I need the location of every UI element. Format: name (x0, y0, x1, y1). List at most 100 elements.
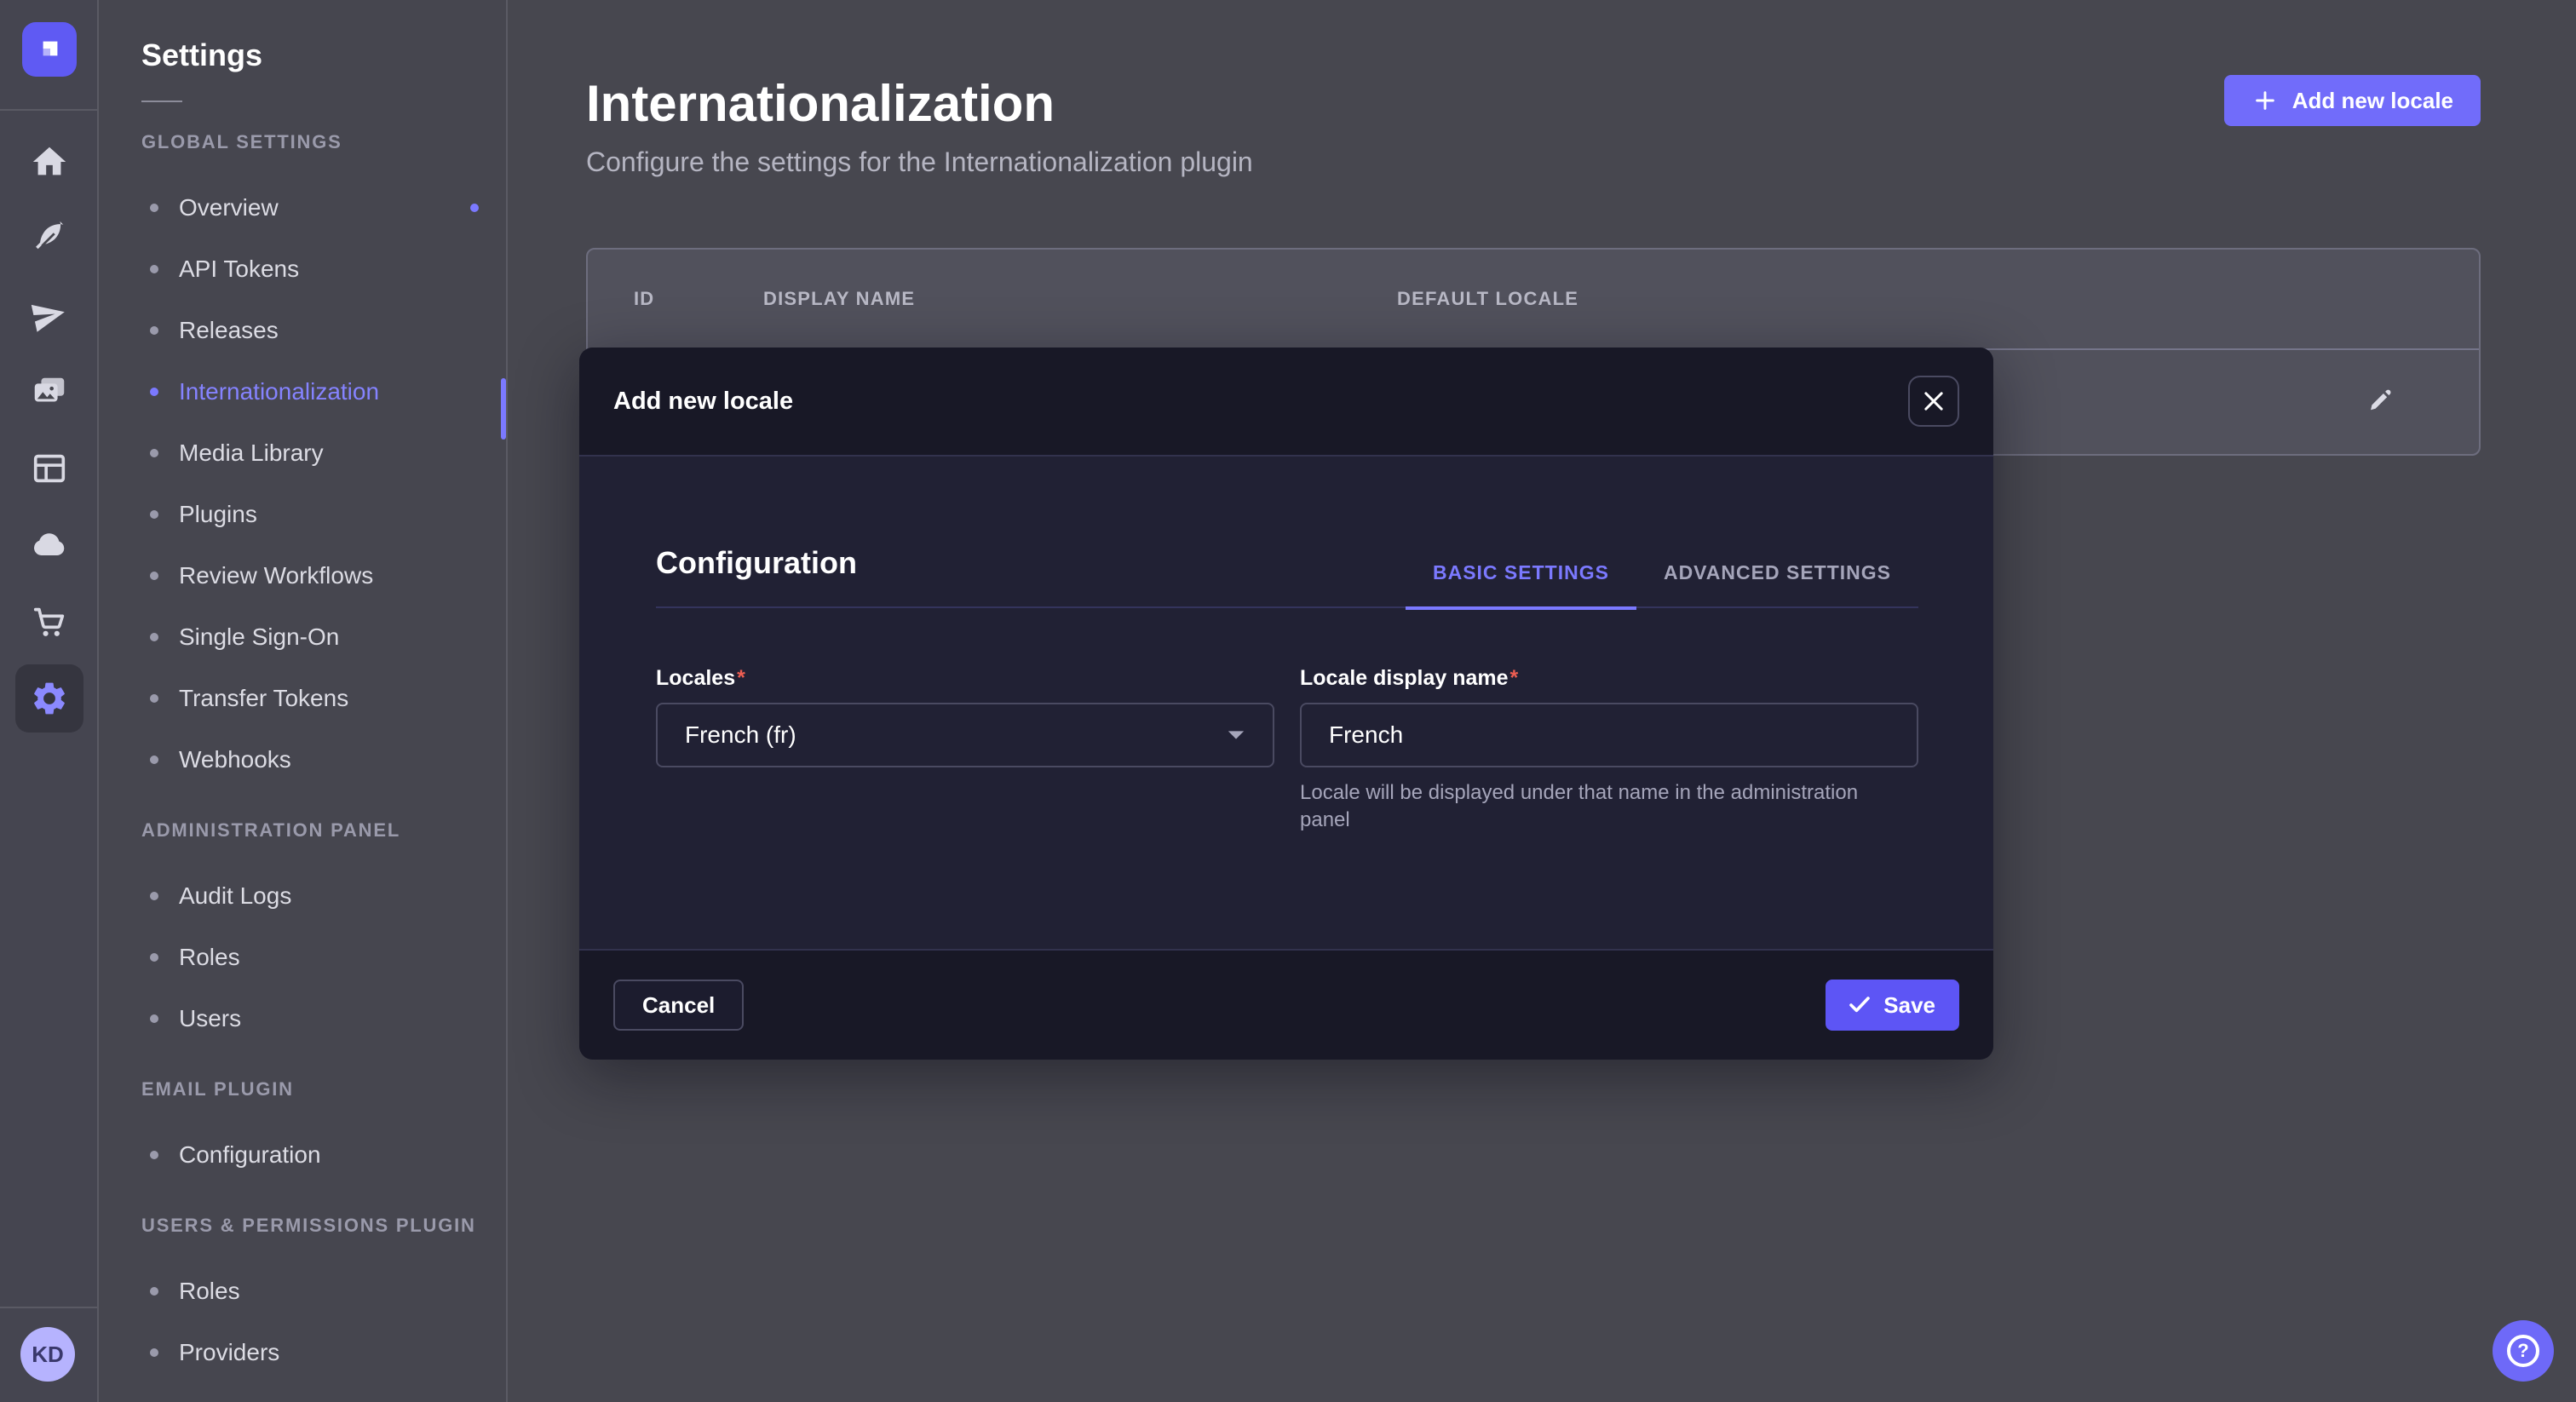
sidebar-item-webhooks[interactable]: Webhooks (99, 729, 506, 790)
sidebar-section-label: GLOBAL SETTINGS (141, 131, 506, 153)
sidebar-item-label: Internationalization (179, 378, 379, 405)
sidebar-item-label: Users (179, 1005, 241, 1032)
modal-header: Add new locale (579, 348, 1993, 457)
plus-icon (2251, 87, 2279, 114)
settings-gear-icon[interactable] (15, 664, 83, 733)
save-button[interactable]: Save (1826, 980, 1959, 1031)
required-asterisk: * (737, 666, 745, 690)
modal-title: Add new locale (613, 388, 793, 416)
sidebar-item-media-library[interactable]: Media Library (99, 422, 506, 484)
column-header-display-name: DISPLAY NAME (763, 288, 1397, 310)
locales-table-header: IDDISPLAY NAMEDEFAULT LOCALE (588, 250, 2479, 350)
sidebar-item-label: Configuration (179, 1141, 321, 1169)
sidebar-item-roles[interactable]: Roles (99, 927, 506, 988)
bullet-icon (150, 204, 158, 212)
help-button[interactable]: ? (2493, 1320, 2554, 1382)
column-header-default-locale: DEFAULT LOCALE (1397, 288, 2479, 310)
display-name-input[interactable] (1300, 703, 1918, 767)
home-icon[interactable] (15, 128, 83, 196)
sidebar-item-configuration[interactable]: Configuration (99, 1124, 506, 1186)
sidebar-item-providers[interactable]: Providers (99, 1322, 506, 1383)
layout-icon[interactable] (15, 434, 83, 503)
add-locale-modal: Add new locale Configuration BASIC SETTI… (579, 348, 1993, 1060)
add-new-locale-button[interactable]: Add new locale (2224, 75, 2481, 126)
sidebar-item-label: Audit Logs (179, 882, 291, 910)
bullet-icon (150, 1287, 158, 1296)
page-title: Internationalization (586, 78, 2481, 129)
sidebar-item-transfer-tokens[interactable]: Transfer Tokens (99, 668, 506, 729)
locales-select[interactable]: French (fr) (656, 703, 1274, 767)
bullet-icon (150, 1014, 158, 1023)
sidebar-item-label: Plugins (179, 501, 257, 528)
feather-icon[interactable] (15, 204, 83, 273)
active-item-indicator (501, 378, 506, 440)
sidebar-item-roles[interactable]: Roles (99, 1261, 506, 1322)
media-images-icon[interactable] (15, 358, 83, 426)
bullet-icon (150, 265, 158, 273)
edit-pencil-icon[interactable] (2366, 388, 2395, 417)
strapi-logo-glyph (29, 29, 70, 70)
strapi-logo[interactable] (22, 22, 77, 77)
bullet-icon (150, 388, 158, 396)
sidebar-section-label: EMAIL PLUGIN (141, 1078, 506, 1100)
configuration-heading: Configuration (656, 545, 857, 606)
sidebar-title: Settings (99, 0, 506, 73)
close-icon (1924, 392, 1943, 411)
sidebar-item-label: Releases (179, 317, 279, 344)
cancel-button[interactable]: Cancel (613, 980, 744, 1031)
locales-field: Locales* French (fr) (656, 666, 1274, 834)
bullet-icon (150, 510, 158, 519)
bullet-icon (150, 694, 158, 703)
page-subtitle: Configure the settings for the Internati… (586, 147, 2481, 178)
locales-label: Locales* (656, 666, 1274, 691)
sidebar-item-overview[interactable]: Overview (99, 177, 506, 238)
sidebar-item-label: Single Sign-On (179, 623, 339, 651)
sidebar-item-label: Media Library (179, 440, 324, 467)
settings-sidebar: Settings GLOBAL SETTINGS Overview API Toke… (99, 0, 508, 1402)
paper-plane-icon[interactable] (15, 281, 83, 349)
bullet-icon (150, 756, 158, 764)
sidebar-item-label: Transfer Tokens (179, 685, 348, 712)
sidebar-item-label: Providers (179, 1339, 279, 1366)
sidebar-item-releases[interactable]: Releases (99, 300, 506, 361)
sidebar-title-rule (141, 101, 182, 102)
question-mark-icon: ? (2507, 1335, 2539, 1367)
user-avatar[interactable]: KD (20, 1327, 75, 1382)
sidebar-item-audit-logs[interactable]: Audit Logs (99, 865, 506, 927)
required-asterisk: * (1510, 666, 1519, 690)
column-header-id: ID (634, 288, 763, 310)
bullet-icon (150, 953, 158, 962)
sidebar-item-label: Overview (179, 194, 279, 221)
modal-body: Configuration BASIC SETTINGS ADVANCED SE… (579, 457, 1993, 834)
sidebar-item-internationalization[interactable]: Internationalization (99, 361, 506, 422)
bullet-icon (150, 449, 158, 457)
sidebar-item-plugins[interactable]: Plugins (99, 484, 506, 545)
close-button[interactable] (1908, 376, 1959, 427)
sidebar-item-label: API Tokens (179, 256, 299, 283)
cart-icon[interactable] (15, 588, 83, 656)
bullet-icon (150, 572, 158, 580)
save-label: Save (1883, 992, 1935, 1019)
sidebar-item-single-sign-on[interactable]: Single Sign-On (99, 606, 506, 668)
sidebar-item-review-workflows[interactable]: Review Workflows (99, 545, 506, 606)
tab-advanced-settings[interactable]: ADVANCED SETTINGS (1636, 561, 1918, 606)
bullet-icon (150, 892, 158, 900)
nav-rail: KD (0, 0, 99, 1402)
locales-select-value: French (fr) (685, 721, 796, 749)
sidebar-item-label: Webhooks (179, 746, 291, 773)
add-new-locale-label: Add new locale (2292, 88, 2453, 114)
display-name-field: Locale display name* Locale will be disp… (1300, 666, 1918, 834)
settings-tabs: BASIC SETTINGS ADVANCED SETTINGS (1406, 561, 1918, 606)
sidebar-section-label: USERS & PERMISSIONS PLUGIN (141, 1215, 506, 1237)
sidebar-item-users[interactable]: Users (99, 988, 506, 1049)
cloud-icon[interactable] (15, 511, 83, 579)
sidebar-item-api-tokens[interactable]: API Tokens (99, 238, 506, 300)
modal-footer: Cancel Save (579, 949, 1993, 1060)
rail-divider (0, 109, 99, 111)
sidebar-item-label: Review Workflows (179, 562, 373, 589)
chevron-down-icon (1227, 729, 1245, 741)
sidebar-item-label: Roles (179, 944, 240, 971)
tab-basic-settings[interactable]: BASIC SETTINGS (1406, 561, 1636, 610)
strapi-admin-app: KD Settings GLOBAL SETTINGS Overview API T… (0, 0, 2576, 1402)
sidebar-item-label: Roles (179, 1278, 240, 1305)
